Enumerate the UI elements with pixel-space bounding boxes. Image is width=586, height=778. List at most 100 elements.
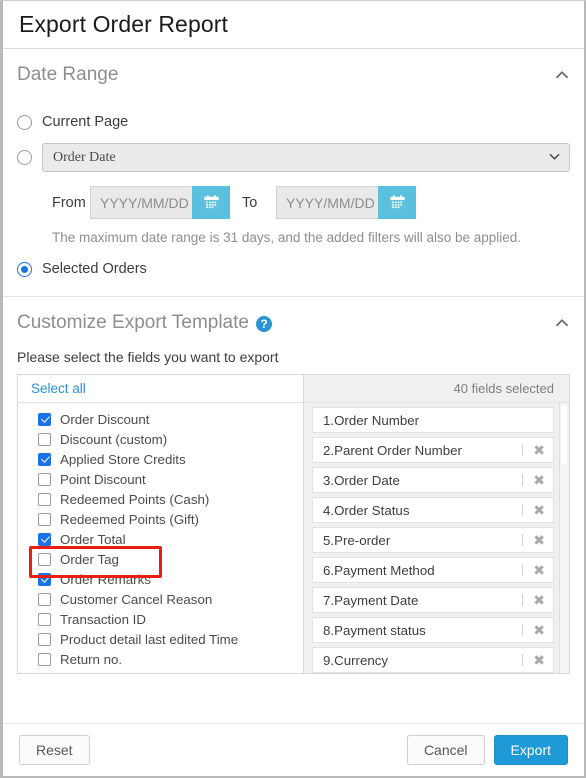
checkbox-unchecked-icon[interactable] <box>38 492 51 506</box>
selected-field-actions: ✖ <box>522 443 547 457</box>
selected-field-item[interactable]: 3.Order Date ✖ <box>312 467 554 493</box>
available-fields-panel: Select all Order Discount Discount (custo… <box>18 375 304 673</box>
remove-field-icon[interactable]: ✖ <box>531 593 547 607</box>
checkbox-checked-icon[interactable] <box>38 452 51 466</box>
remove-field-icon[interactable]: ✖ <box>531 533 547 547</box>
chevron-up-icon[interactable] <box>554 67 570 83</box>
customize-instruction: Please select the fields you want to exp… <box>17 349 279 365</box>
field-label: Customer Cancel Reason <box>60 591 213 607</box>
calendar-icon <box>389 195 405 210</box>
checkbox-unchecked-icon[interactable] <box>38 552 51 566</box>
checkbox-unchecked-icon[interactable] <box>38 672 51 673</box>
remove-field-icon[interactable]: ✖ <box>531 473 547 487</box>
checkbox-checked-icon[interactable] <box>38 412 51 426</box>
field-checkbox-row[interactable]: Redeemed Points (Cash) <box>18 489 303 509</box>
selected-field-item[interactable]: 1.Order Number <box>312 407 554 433</box>
field-checkbox-row[interactable]: Order Total <box>18 529 303 549</box>
cancel-button[interactable]: Cancel <box>406 735 485 765</box>
select-all-link[interactable]: Select all <box>31 381 86 396</box>
customize-title-group: Customize Export Template ? <box>17 312 272 334</box>
selected-field-item[interactable]: 4.Order Status ✖ <box>312 497 554 523</box>
selected-field-label: 6.Payment Method <box>323 562 435 578</box>
field-checkbox-row[interactable]: Applied Store Credits <box>18 449 303 469</box>
to-calendar-button[interactable] <box>378 186 416 219</box>
radio-order-date[interactable] <box>17 150 32 165</box>
selected-field-actions: ✖ <box>522 653 547 667</box>
select-all-bar: Select all <box>18 375 303 403</box>
to-date-input[interactable]: YYYY/MM/DD <box>276 186 378 219</box>
chevron-up-icon[interactable] <box>554 315 570 331</box>
from-date-field[interactable]: YYYY/MM/DD <box>90 186 230 219</box>
checkbox-unchecked-icon[interactable] <box>38 512 51 526</box>
selected-fields-scrollbar[interactable] <box>559 403 568 673</box>
field-label: Order Remarks <box>60 571 151 587</box>
to-date-field[interactable]: YYYY/MM/DD <box>276 186 416 219</box>
selected-field-label: 3.Order Date <box>323 472 400 488</box>
radio-row-current-page[interactable]: Current Page <box>17 107 570 137</box>
customize-header[interactable]: Customize Export Template ? <box>17 297 570 349</box>
field-checkbox-row[interactable]: Return tracking no. <box>18 669 303 673</box>
date-range-header[interactable]: Date Range <box>17 49 570 101</box>
field-checkbox-row[interactable]: Transaction ID <box>18 609 303 629</box>
remove-field-icon[interactable]: ✖ <box>531 623 547 637</box>
checkbox-unchecked-icon[interactable] <box>38 432 51 446</box>
selected-fields-list[interactable]: 1.Order Number 2.Parent Order Number ✖ 3.Or… <box>304 403 569 673</box>
scrollbar-thumb[interactable] <box>561 405 567 465</box>
date-type-select[interactable]: Order Date <box>42 143 570 172</box>
separator <box>522 654 524 666</box>
from-date-input[interactable]: YYYY/MM/DD <box>90 186 192 219</box>
checkbox-unchecked-icon[interactable] <box>38 612 51 626</box>
field-checkbox-row[interactable]: Order Remarks <box>18 569 303 589</box>
field-checkbox-row[interactable]: Product detail last edited Time <box>18 629 303 649</box>
field-label: Product detail last edited Time <box>60 631 239 647</box>
field-checkbox-row[interactable]: Customer Cancel Reason <box>18 589 303 609</box>
remove-field-icon[interactable]: ✖ <box>531 653 547 667</box>
checkbox-checked-icon[interactable] <box>38 532 51 546</box>
selected-fields-panel: 40 fields selected 1.Order Number 2.Paren… <box>304 375 569 673</box>
selected-field-actions: ✖ <box>522 533 547 547</box>
selected-field-item[interactable]: 5.Pre-order ✖ <box>312 527 554 553</box>
field-label: Discount (custom) <box>60 431 168 447</box>
selected-field-item[interactable]: 8.Payment status ✖ <box>312 617 554 643</box>
checkbox-unchecked-icon[interactable] <box>38 652 51 666</box>
checkbox-unchecked-icon[interactable] <box>38 632 51 646</box>
checkbox-unchecked-icon[interactable] <box>38 592 51 606</box>
reset-button[interactable]: Reset <box>19 735 90 765</box>
remove-field-icon[interactable]: ✖ <box>531 443 547 457</box>
selected-field-item[interactable]: 2.Parent Order Number ✖ <box>312 437 554 463</box>
export-button[interactable]: Export <box>493 735 568 765</box>
separator <box>522 594 524 606</box>
radio-selected-orders[interactable] <box>17 261 32 277</box>
radio-row-order-date[interactable]: Order Date <box>17 143 570 172</box>
radio-row-selected-orders[interactable]: Selected Orders <box>17 254 570 284</box>
field-label: Order Discount <box>60 411 150 427</box>
customize-title: Customize Export Template <box>17 312 249 333</box>
footer-actions: Cancel Export <box>406 735 568 765</box>
checkbox-checked-icon[interactable] <box>38 572 51 586</box>
help-circle-icon[interactable]: ? <box>255 316 272 332</box>
page-title: Export Order Report <box>3 1 584 49</box>
field-label: Redeemed Points (Gift) <box>60 511 199 527</box>
remove-field-icon[interactable]: ✖ <box>531 563 547 577</box>
selected-field-item[interactable]: 7.Payment Date ✖ <box>312 587 554 613</box>
field-checkbox-row[interactable]: Redeemed Points (Gift) <box>18 509 303 529</box>
selected-field-item[interactable]: 6.Payment Method ✖ <box>312 557 554 583</box>
remove-field-icon[interactable]: ✖ <box>531 503 547 517</box>
available-fields-list[interactable]: Order Discount Discount (custom) Applied S… <box>18 403 303 673</box>
export-order-report-dialog: Export Order Report Date Range Current P… <box>0 0 586 778</box>
checkbox-unchecked-icon[interactable] <box>38 472 51 486</box>
selected-field-label: 4.Order Status <box>323 502 410 518</box>
field-label: Order Total <box>60 531 126 547</box>
date-range-section: Date Range Current Page Order Date From … <box>3 49 584 297</box>
from-calendar-button[interactable] <box>192 186 230 219</box>
field-checkbox-row[interactable]: Discount (custom) <box>18 429 303 449</box>
radio-current-page[interactable] <box>17 114 32 130</box>
dialog-footer: Reset Cancel Export <box>3 723 584 776</box>
separator <box>522 474 524 486</box>
field-checkbox-row[interactable]: Return no. <box>18 649 303 669</box>
date-range-title: Date Range <box>17 64 119 85</box>
selected-field-item[interactable]: 9.Currency ✖ <box>312 647 554 673</box>
field-checkbox-row[interactable]: Point Discount <box>18 469 303 489</box>
field-checkbox-row[interactable]: Order Tag <box>18 549 303 569</box>
field-checkbox-row[interactable]: Order Discount <box>18 409 303 429</box>
